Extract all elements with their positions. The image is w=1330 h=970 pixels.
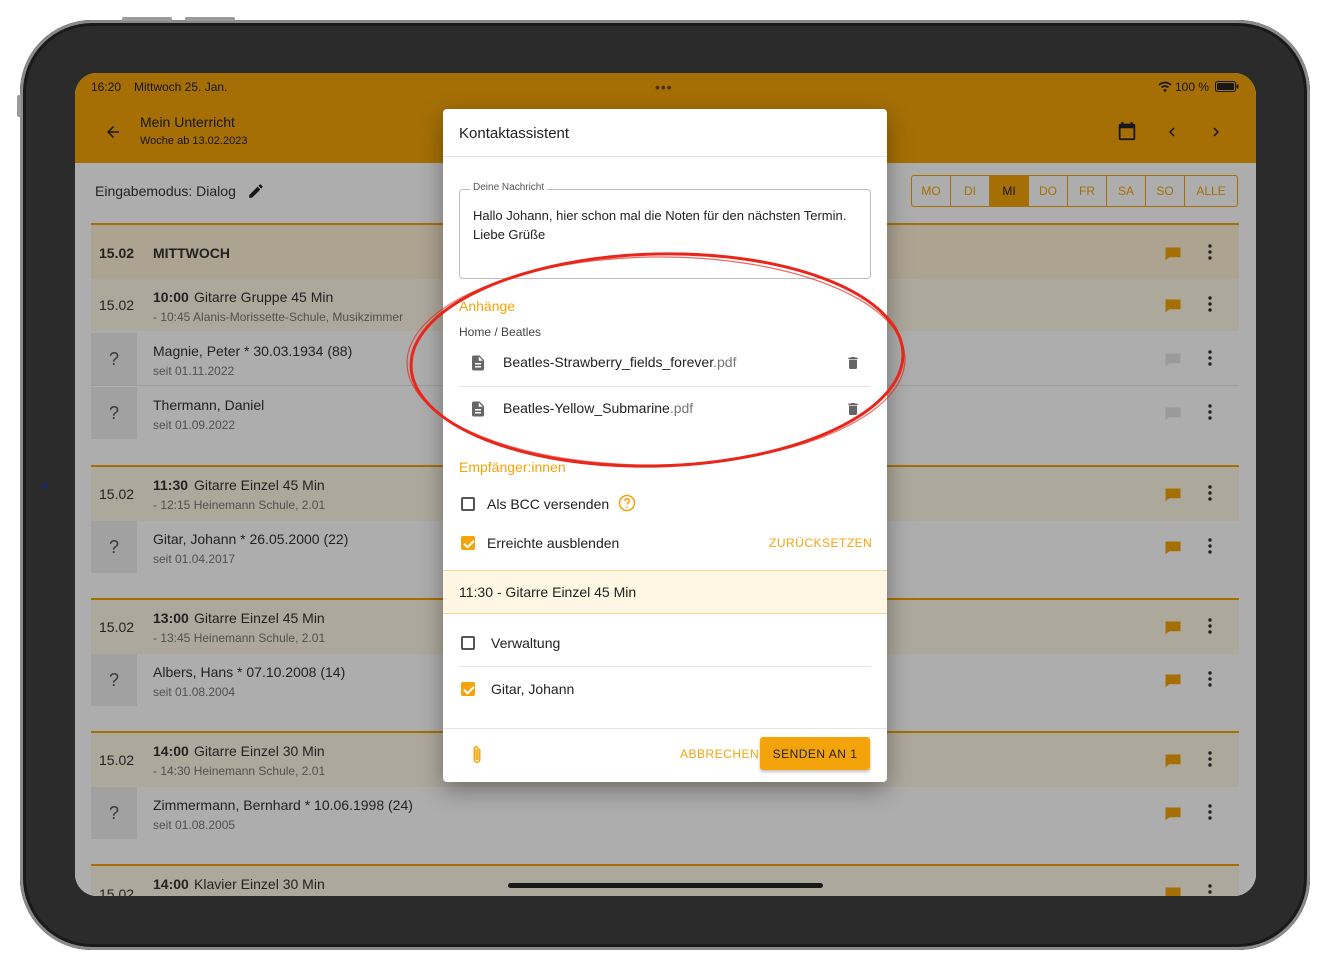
recipient-name[interactable]: Verwaltung (491, 635, 560, 651)
recipient-checkbox[interactable] (461, 636, 475, 650)
attachments-heading: Anhänge (459, 298, 516, 314)
hardware-button (17, 95, 21, 117)
attachments-breadcrumb[interactable]: Home / Beatles (459, 325, 541, 339)
attachment-extension: .pdf (669, 400, 694, 416)
paperclip-icon[interactable] (469, 744, 485, 766)
attachment-filename: Beatles-Yellow_Submarine (503, 400, 670, 416)
delete-icon[interactable] (845, 354, 861, 372)
attachment-name: Beatles-Yellow_Submarine.pdf (503, 400, 693, 416)
recipient-group-label: 11:30 - Gitarre Einzel 45 Min (459, 584, 637, 600)
reset-button[interactable]: ZURÜCKSETZEN (769, 536, 872, 550)
bcc-label[interactable]: Als BCC versenden (487, 496, 609, 512)
camera-dot (42, 482, 49, 489)
attachment-extension: .pdf (713, 354, 737, 370)
cancel-button[interactable]: ABBRECHEN (680, 747, 759, 761)
attachment-item[interactable]: Beatles-Strawberry_fields_forever.pdf (459, 340, 871, 387)
hardware-button (185, 17, 235, 21)
home-indicator[interactable] (508, 883, 823, 888)
help-icon[interactable] (618, 494, 636, 512)
recipient-checkbox[interactable] (461, 682, 475, 696)
attachment-name: Beatles-Strawberry_fields_forever.pdf (503, 354, 736, 370)
message-text[interactable]: Hallo Johann, hier schon mal die Noten f… (473, 206, 853, 244)
hide-reached-checkbox[interactable] (461, 536, 475, 550)
divider (443, 728, 887, 729)
attachment-filename: Beatles-Strawberry_fields_forever (503, 354, 714, 370)
divider (459, 666, 871, 667)
recipient-group-header: 11:30 - Gitarre Einzel 45 Min (443, 570, 887, 614)
document-icon (472, 401, 484, 417)
contact-assistant-dialog: Kontaktassistent Deine Nachricht Hallo J… (443, 109, 887, 782)
send-button[interactable]: SENDEN AN 1 (760, 737, 870, 770)
dialog-title: Kontaktassistent (459, 125, 570, 142)
divider (443, 156, 887, 157)
message-field-label: Deine Nachricht (470, 182, 548, 193)
recipient-name[interactable]: Gitar, Johann (491, 681, 574, 697)
document-icon (472, 355, 484, 371)
hide-reached-label[interactable]: Erreichte ausblenden (487, 535, 619, 551)
message-field[interactable]: Deine Nachricht Hallo Johann, hier schon… (459, 182, 871, 279)
recipients-heading: Empfänger:innen (459, 459, 566, 475)
attachment-item[interactable]: Beatles-Yellow_Submarine.pdf (459, 386, 871, 432)
hardware-button (122, 17, 172, 21)
bcc-checkbox[interactable] (461, 497, 475, 511)
delete-icon[interactable] (845, 400, 861, 418)
